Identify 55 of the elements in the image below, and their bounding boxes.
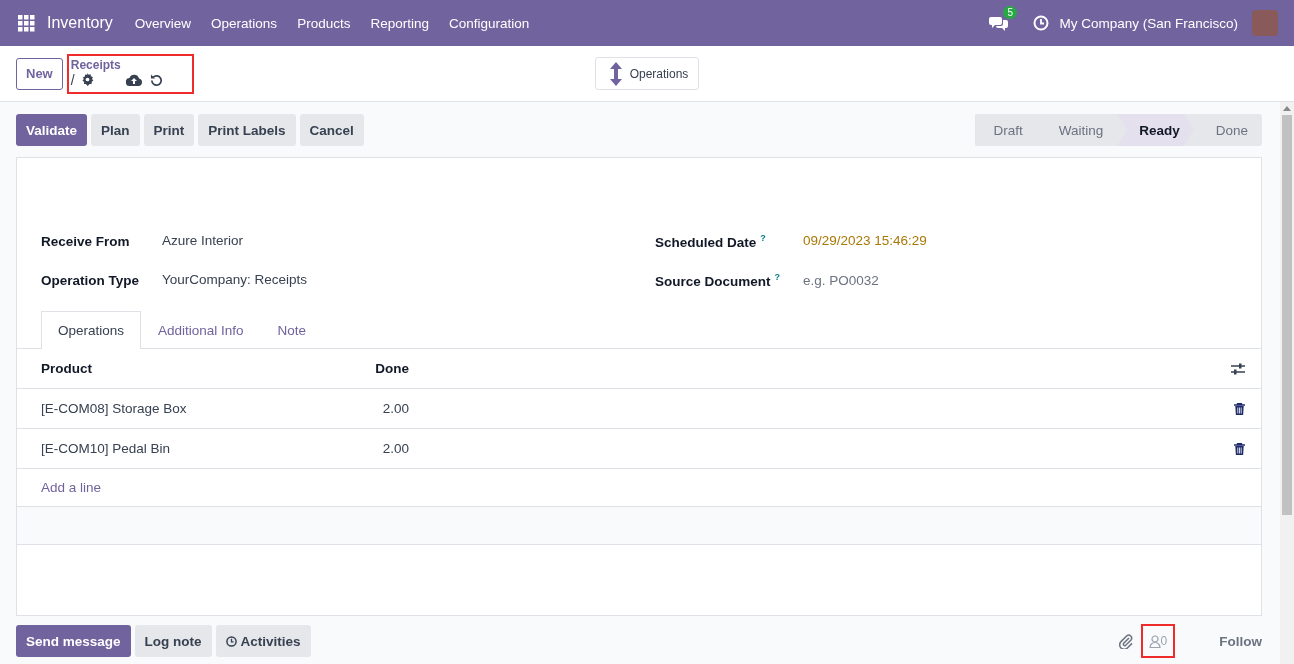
delete-button[interactable] — [1234, 402, 1245, 415]
table-cell-text: [E-COM08] Storage Box — [41, 401, 188, 416]
action-button[interactable]: Plan — [91, 114, 140, 146]
new-button[interactable]: New — [16, 57, 63, 90]
field-value[interactable]: YourCompany: Receipts — [162, 269, 655, 291]
discard-undo-button[interactable] — [149, 73, 163, 86]
status-stage[interactable]: Ready — [1117, 114, 1194, 146]
field-value[interactable]: 09/29/2023 15:46:29 — [803, 230, 1237, 252]
chatter-button[interactable]: Activities — [215, 625, 311, 657]
column-header: Done — [374, 361, 409, 376]
paperclip-icon — [1118, 633, 1133, 649]
nav-menu-item[interactable]: Configuration — [448, 15, 530, 31]
field-label: Scheduled Date — [655, 234, 757, 250]
table-cell-text: [E-COM10] Pedal Bin — [41, 441, 172, 456]
breadcrumb-link[interactable]: Receipts — [70, 57, 190, 72]
operations-button[interactable]: Operations — [594, 57, 700, 90]
follow-button[interactable]: Follow — [1219, 633, 1262, 649]
breadcrumb-separator: / — [70, 71, 75, 88]
chat-bubbles-icon — [989, 14, 1010, 32]
scrollbar-thumb[interactable] — [1282, 115, 1292, 515]
company-switcher[interactable]: My Company (San Francisco) — [1059, 15, 1238, 31]
sliders-icon — [1231, 362, 1245, 375]
nav-menu-item[interactable]: Reporting — [370, 15, 429, 31]
field-label: Receive From — [41, 233, 130, 249]
field-label: Source Document — [655, 273, 771, 289]
column-header: Product — [41, 361, 93, 376]
field-value[interactable]: Azure Interior — [162, 230, 655, 252]
table-cell-text: 2.00 — [381, 441, 409, 456]
clock-icon — [225, 635, 237, 647]
notebook-tab[interactable]: Operations — [41, 311, 142, 349]
action-button[interactable]: Cancel — [299, 114, 364, 146]
message-count-badge: 5 — [1003, 6, 1017, 19]
help-tooltip[interactable]: ? — [774, 271, 781, 282]
nav-menu-item[interactable]: Products — [297, 15, 351, 31]
help-tooltip[interactable]: ? — [760, 232, 766, 243]
action-button[interactable]: Print Labels — [198, 114, 296, 146]
chatter-button[interactable]: Log note — [134, 625, 212, 657]
save-cloud-button[interactable] — [125, 73, 142, 86]
app-title[interactable]: Inventory — [47, 14, 113, 32]
notebook-tab[interactable]: Note — [260, 311, 324, 349]
apps-menu-icon[interactable] — [18, 14, 35, 32]
nav-menu-item[interactable]: Operations — [211, 15, 278, 31]
delete-button[interactable] — [1234, 442, 1245, 455]
field-label: Operation Type — [41, 272, 139, 288]
notebook-tab[interactable]: Additional Info — [141, 311, 261, 349]
add-line-link[interactable]: Add a line — [41, 480, 102, 495]
chatter-button[interactable]: Send message — [16, 625, 131, 657]
action-button[interactable]: Validate — [16, 114, 88, 146]
clock-icon — [1033, 15, 1050, 31]
action-button[interactable]: Print — [143, 114, 195, 146]
nav-menu-item[interactable]: Overview — [134, 15, 192, 31]
vertical-arrows-icon — [609, 61, 622, 86]
person-icon — [1148, 634, 1161, 648]
table-cell-text: 2.00 — [381, 401, 409, 416]
gear-icon — [80, 73, 94, 86]
